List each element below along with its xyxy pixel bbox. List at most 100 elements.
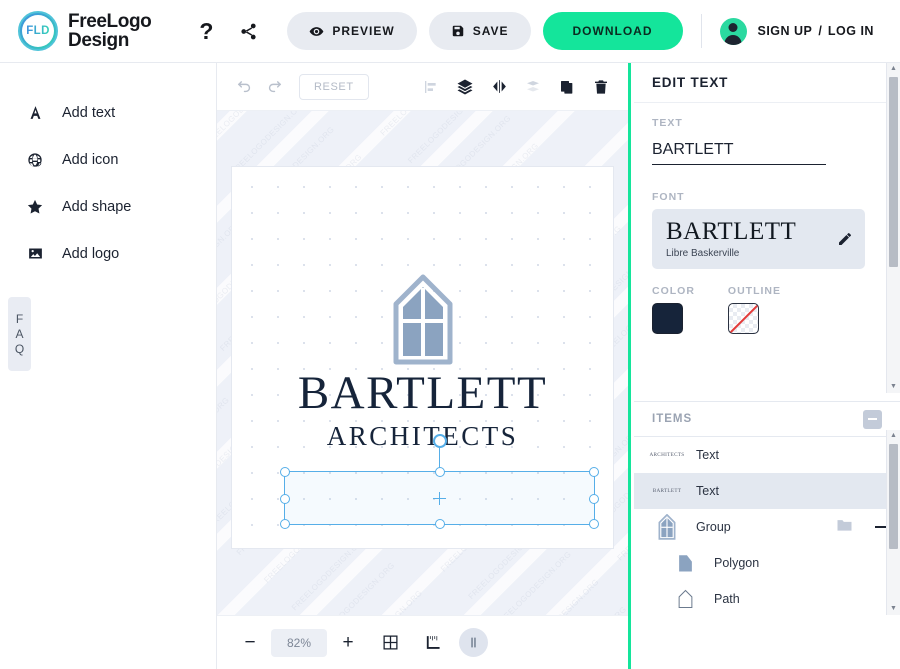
delete-button[interactable]: [586, 72, 616, 102]
watermark-text: FREELOGODESIGN.ORG: [615, 483, 628, 563]
edit-panel-scrollbar[interactable]: ▲ ▼: [886, 63, 900, 393]
globe-icon: [25, 152, 45, 168]
sidebar-label-add-text: Add text: [62, 104, 116, 121]
letter-a-icon: [25, 104, 45, 121]
scroll-up-arrow-icon[interactable]: ▲: [890, 63, 897, 75]
items-row-thumbnail: [648, 514, 686, 540]
undo-icon: [237, 81, 250, 93]
login-link[interactable]: LOG IN: [828, 24, 874, 38]
duplicate-icon: [561, 80, 573, 94]
collapse-items-button[interactable]: [863, 409, 882, 429]
font-preview-text: BARTLETT: [666, 218, 797, 245]
items-list[interactable]: ARCHITECTS Text BARTLETT Text Group Polygon Pa…: [634, 437, 900, 613]
toggle-grid-button[interactable]: [375, 628, 405, 658]
font-selector[interactable]: BARTLETT Libre Baskerville: [652, 209, 865, 269]
redo-button[interactable]: [259, 72, 289, 102]
editor-area: RESET FREELOGODESIGN.ORG FREELOGODESIGN.…: [217, 63, 631, 669]
items-scroll-down-arrow-icon[interactable]: ▼: [890, 603, 897, 615]
flip-horizontal-button[interactable]: [484, 72, 514, 102]
font-field-label: FONT: [652, 191, 685, 203]
items-scroll-up-arrow-icon[interactable]: ▲: [890, 430, 897, 442]
duplicate-button[interactable]: [552, 72, 582, 102]
sidebar-item-add-shape[interactable]: Add shape: [0, 183, 216, 230]
flip-vertical-button[interactable]: [518, 72, 548, 102]
download-button[interactable]: DOWNLOAD: [542, 12, 683, 50]
grid-icon: [382, 635, 398, 650]
items-title: ITEMS: [652, 413, 693, 425]
help-button[interactable]: ?: [189, 14, 223, 48]
logo-subtitle: ARCHITECTS: [326, 420, 519, 451]
items-scrollbar-thumb[interactable]: [889, 444, 898, 549]
items-row-text-0[interactable]: ARCHITECTS Text: [634, 437, 900, 473]
undo-button[interactable]: [229, 72, 259, 102]
text-input[interactable]: [652, 135, 826, 165]
share-button[interactable]: [231, 14, 265, 48]
image-icon: [25, 245, 45, 262]
items-row-thumbnail: [666, 552, 704, 574]
canvas-viewport[interactable]: FREELOGODESIGN.ORG FREELOGODESIGN.ORG FREE…: [217, 111, 628, 615]
preview-button[interactable]: PREVIEW: [287, 12, 417, 50]
color-label: COLOR: [652, 285, 695, 297]
align-button[interactable]: [416, 72, 446, 102]
faq-letter-f: F: [15, 312, 24, 326]
zoom-level-display[interactable]: 82%: [271, 628, 327, 657]
signup-link[interactable]: SIGN UP: [758, 24, 813, 38]
items-row-polygon-3[interactable]: Polygon: [634, 545, 900, 581]
minus-icon: −: [244, 631, 256, 653]
canvas-tools-group: [416, 72, 616, 102]
toggle-guides-button[interactable]: [459, 628, 488, 657]
edit-text-panel-title: EDIT TEXT: [634, 63, 900, 103]
scroll-down-arrow-icon[interactable]: ▼: [890, 381, 897, 393]
watermark-text: FREELOGODESIGN.ORG: [217, 111, 281, 149]
brand-line-1: FreeLogo: [68, 10, 152, 32]
zoom-out-button[interactable]: −: [235, 628, 265, 658]
house-window-icon: [393, 274, 452, 364]
items-row-label: Text: [696, 484, 719, 498]
delete-icon: [595, 79, 607, 94]
layers-button[interactable]: [450, 72, 480, 102]
watermark-text: FREELOGODESIGN.ORG: [522, 577, 601, 615]
zoom-toolbar: − 82% +: [217, 615, 628, 669]
faq-tab[interactable]: F A Q: [8, 297, 31, 371]
watermark-text: FREELOGODESIGN.ORG: [549, 605, 628, 615]
brand-logo[interactable]: FLD FreeLogo Design: [18, 10, 152, 51]
zoom-in-button[interactable]: +: [333, 628, 363, 658]
plus-icon: +: [342, 631, 354, 653]
avatar[interactable]: [719, 17, 747, 45]
toggle-ruler-button[interactable]: [417, 628, 447, 658]
items-row-text-1[interactable]: BARTLETT Text: [634, 473, 900, 509]
outline-swatch[interactable]: [727, 303, 759, 334]
watermark-text: FREELOGODESIGN.ORG: [379, 111, 458, 138]
watermark-text: FREELOGODESIGN.ORG: [217, 395, 232, 475]
sidebar-item-add-text[interactable]: Add text: [0, 89, 216, 136]
folder-icon[interactable]: [836, 518, 853, 537]
watermark-text: FREELOGODESIGN.ORG: [494, 549, 574, 615]
eye-icon: [309, 26, 324, 36]
items-row-path-4[interactable]: Path: [634, 581, 900, 613]
sidebar-label-add-icon: Add icon: [62, 151, 119, 168]
color-swatch[interactable]: [652, 303, 683, 334]
pencil-icon[interactable]: [837, 231, 853, 252]
save-button[interactable]: SAVE: [428, 12, 531, 50]
watermark-text: FREELOGODESIGN.ORG: [317, 560, 397, 615]
items-row-label: Polygon: [714, 556, 760, 570]
sidebar-label-add-logo: Add logo: [62, 245, 120, 262]
items-row-group-2[interactable]: Group: [634, 509, 900, 545]
artboard[interactable]: BARTLETT ARCHITECTS: [231, 166, 614, 549]
scrollbar-thumb[interactable]: [889, 77, 898, 267]
scrollbar-track[interactable]: [887, 75, 900, 381]
items-scrollbar-track[interactable]: [887, 442, 900, 603]
outline-control: OUTLINE: [727, 285, 781, 334]
reset-label: RESET: [314, 80, 354, 93]
faq-letter-q: Q: [14, 342, 25, 356]
reset-button[interactable]: RESET: [299, 73, 369, 100]
sidebar-item-add-icon[interactable]: Add icon: [0, 136, 216, 183]
items-panel-scrollbar[interactable]: ▲ ▼: [886, 430, 900, 615]
logo-editor-app: FLD FreeLogo Design ? PREVIEW SAVE DOWNL…: [0, 0, 900, 669]
align-icon: [425, 80, 436, 93]
header-divider: [700, 14, 702, 48]
items-row-thumbnail: ARCHITECTS: [648, 452, 686, 458]
left-sidebar: Add text Add icon Add shape Add logo F A: [0, 63, 217, 669]
question-mark-icon: ?: [199, 17, 214, 44]
sidebar-item-add-logo[interactable]: Add logo: [0, 230, 216, 277]
